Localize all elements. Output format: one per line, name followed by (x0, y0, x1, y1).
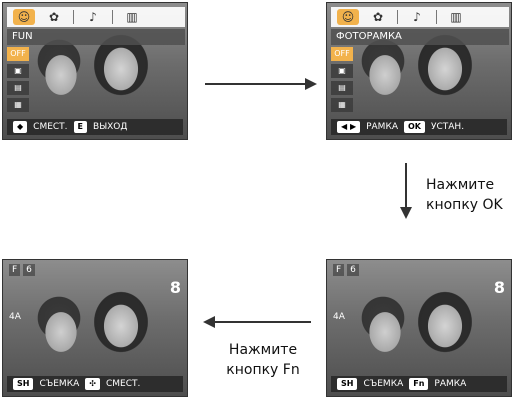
arrow-left (215, 321, 311, 323)
image-size-icon: 6 (23, 264, 35, 276)
move-label: СМЕСТ. (105, 379, 141, 389)
tab-menu-icon[interactable]: ▥ (121, 9, 143, 25)
menu-item-mosaic[interactable]: ▦ (7, 98, 29, 112)
tab-separator (436, 10, 437, 24)
image-size-icon: 6 (347, 264, 359, 276)
arrows-key-icon: ◀ ▶ (337, 121, 361, 133)
exit-key: E (73, 121, 88, 133)
menu-list: OFF ▣ ▤ ▦ (7, 47, 29, 112)
tab-palette-icon[interactable]: ✿ (43, 9, 65, 25)
tab-separator (73, 10, 74, 24)
move-key-icon: ◆ (13, 121, 28, 133)
osd-top-left: F 6 (333, 264, 359, 276)
menu-title: ФОТОРАМКА (331, 29, 509, 45)
osd-flash: 4A (9, 312, 21, 322)
bottom-bar: SH СЪЕМКА Fn РАМКА (331, 376, 507, 392)
instruction-fn: Нажмите кнопку Fn (215, 340, 311, 380)
tab-face-icon[interactable]: ☺ (13, 9, 35, 25)
instruction-fn-line1: Нажмите (228, 342, 298, 358)
flash-icon: 4A (333, 312, 345, 322)
frame-label: РАМКА (366, 122, 398, 132)
instruction-ok-line2: кнопку OK (426, 197, 503, 213)
capture-label: СЪЕМКА (363, 379, 404, 389)
osd-flash: 4A (333, 312, 345, 322)
bottom-bar: ◀ ▶ РАМКА OK УСТАН. (331, 119, 507, 135)
shutter-key: SH (337, 378, 358, 390)
bottom-bar: SH СЪЕМКА ✣ СМЕСТ. (7, 376, 183, 392)
menu-item-off[interactable]: OFF (331, 47, 353, 61)
menu-item-frame[interactable]: ▣ (7, 64, 29, 78)
menu-list: OFF ▣ ▤ ▦ (331, 47, 353, 112)
set-label: УСТАН. (431, 122, 465, 132)
osd-right: 8 (494, 278, 505, 297)
camera-mode-icon: F (9, 264, 21, 276)
menu-item-off[interactable]: OFF (7, 47, 29, 61)
arrowhead-down (400, 207, 412, 219)
instruction-fn-line2: кнопку Fn (226, 362, 300, 378)
arrowhead-right (305, 78, 317, 90)
tab-fun-icon[interactable]: ♪ (406, 9, 428, 25)
tab-separator (397, 10, 398, 24)
screen-bottom-right: F 6 8 4A SH СЪЕМКА Fn РАМКА (326, 259, 512, 397)
bottom-bar: ◆ СМЕСТ. E ВЫХОД (7, 119, 183, 135)
tab-face-icon[interactable]: ☺ (337, 9, 359, 25)
arrow-down (405, 163, 407, 207)
camera-mode-icon: F (333, 264, 345, 276)
osd-top-left: F 6 (9, 264, 35, 276)
tab-palette-icon[interactable]: ✿ (367, 9, 389, 25)
tab-separator (112, 10, 113, 24)
ok-key: OK (404, 121, 425, 133)
capture-label: СЪЕМКА (39, 379, 80, 389)
screen-top-left: ☺ ✿ ♪ ▥ FUN OFF ▣ ▤ ▦ ◆ СМЕСТ. E ВЫХОД (2, 2, 188, 140)
instruction-ok: Нажмите кнопку OK (426, 175, 522, 215)
menu-item-split[interactable]: ▤ (7, 81, 29, 95)
frame-label: РАМКА (434, 379, 467, 389)
shutter-key: SH (13, 378, 34, 390)
menu-item-mosaic[interactable]: ▦ (331, 98, 353, 112)
menu-item-split[interactable]: ▤ (331, 81, 353, 95)
screen-top-right: ☺ ✿ ♪ ▥ ФОТОРАМКА OFF ▣ ▤ ▦ ◀ ▶ РАМКА OK… (326, 2, 512, 140)
mode-tabs: ☺ ✿ ♪ ▥ (331, 7, 509, 27)
remaining-shots: 8 (169, 278, 181, 297)
arrowhead-left (203, 316, 215, 328)
exit-label: ВЫХОД (93, 122, 128, 132)
move-key-icon: ✣ (85, 378, 100, 390)
remaining-shots: 8 (493, 278, 505, 297)
menu-title: FUN (7, 29, 185, 45)
arrow-right (205, 83, 305, 85)
menu-item-frame[interactable]: ▣ (331, 64, 353, 78)
tab-menu-icon[interactable]: ▥ (445, 9, 467, 25)
screen-bottom-left: F 6 8 4A SH СЪЕМКА ✣ СМЕСТ. (2, 259, 188, 397)
tab-fun-icon[interactable]: ♪ (82, 9, 104, 25)
flash-icon: 4A (9, 312, 21, 322)
instruction-ok-line1: Нажмите (426, 177, 495, 193)
osd-right: 8 (170, 278, 181, 297)
move-label: СМЕСТ. (33, 122, 68, 132)
fn-key: Fn (409, 378, 429, 390)
mode-tabs: ☺ ✿ ♪ ▥ (7, 7, 185, 27)
